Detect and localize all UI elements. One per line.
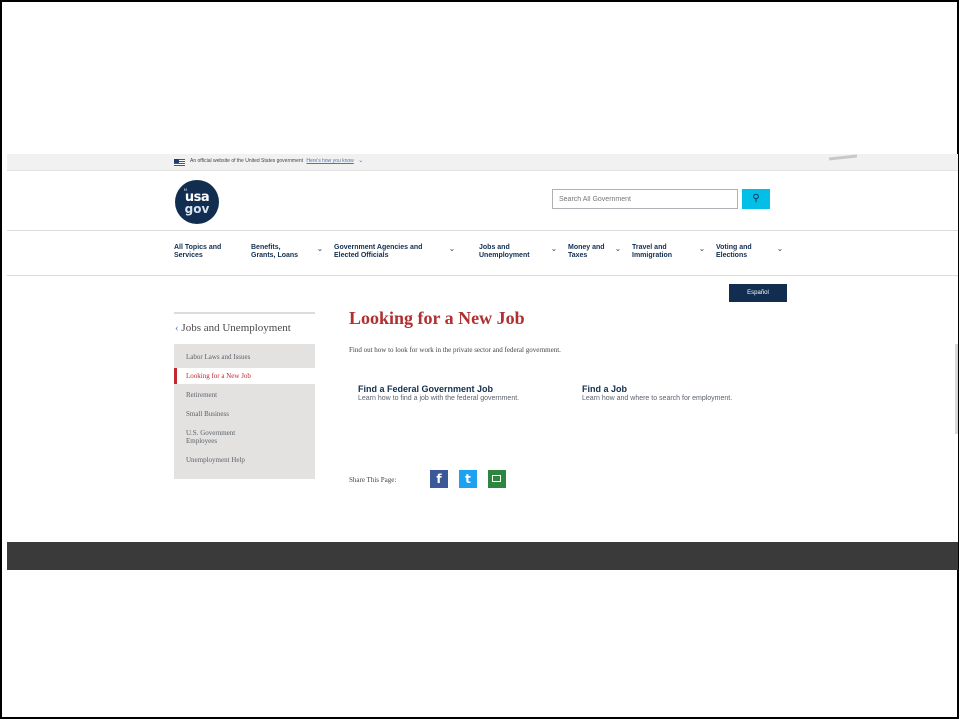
facebook-icon[interactable]: f — [430, 470, 448, 488]
banner-statement: An official website of the United States… — [190, 158, 304, 164]
espanol-button[interactable]: Español — [729, 284, 787, 302]
search-input[interactable] — [552, 189, 738, 209]
nav-government-agencies[interactable]: Government Agencies and Elected Official… — [334, 244, 455, 260]
nav-label: Travel and — [632, 244, 667, 251]
chevron-down-icon: ⌄ — [551, 246, 557, 253]
nav-label: Government Agencies and — [334, 244, 423, 251]
nav-label: Elections — [716, 252, 748, 259]
page-title: Looking for a New Job — [349, 308, 525, 328]
card-find-job: Find a Job Learn how and where to search… — [582, 384, 782, 403]
nav-label: Taxes — [568, 252, 588, 259]
sidebar-item-new-job[interactable]: Looking for a New Job — [174, 368, 315, 384]
main-navigation: All Topics and Services Benefits, Grants… — [7, 230, 958, 276]
nav-label: Grants, Loans — [251, 252, 299, 259]
email-icon[interactable] — [488, 470, 506, 488]
nav-all-topics[interactable]: All Topics and Services — [174, 244, 221, 260]
sidebar-item-labor-laws[interactable]: Labor Laws and Issues — [174, 349, 315, 365]
federal-job-link[interactable]: Find a Federal Government Job — [358, 384, 558, 394]
sidebar-title-text: Jobs and Unemployment — [181, 322, 291, 334]
twitter-icon[interactable]: t — [459, 470, 477, 488]
nav-label: Jobs and — [479, 244, 510, 251]
nav-voting[interactable]: Voting and Elections ⌄ — [716, 244, 783, 260]
usagov-logo[interactable]: “ usa gov — [175, 180, 219, 224]
browser-edge-artifact — [828, 154, 858, 161]
card-federal-job: Find a Federal Government Job Learn how … — [358, 384, 558, 403]
nav-travel[interactable]: Travel and Immigration ⌄ — [632, 244, 705, 260]
heres-how-you-know-link[interactable]: Here's how you know — [306, 158, 353, 164]
banner-text: An official website of the United States… — [190, 157, 363, 164]
nav-label: Unemployment — [479, 252, 530, 259]
logo-text-gov: gov — [184, 202, 210, 216]
nav-benefits[interactable]: Benefits, Grants, Loans ⌄ — [251, 244, 323, 260]
find-job-link[interactable]: Find a Job — [582, 384, 782, 394]
nav-label: Services — [174, 252, 203, 259]
browser-viewport: An official website of the United States… — [7, 154, 958, 570]
scrollbar[interactable] — [955, 344, 958, 434]
nav-label: Money and — [568, 244, 605, 251]
chevron-down-icon: ⌄ — [615, 246, 621, 253]
sidebar-item-retirement[interactable]: Retirement — [174, 387, 315, 403]
nav-jobs[interactable]: Jobs and Unemployment ⌄ — [479, 244, 557, 260]
nav-label: Benefits, — [251, 244, 281, 251]
sidebar-item-small-business[interactable]: Small Business — [174, 406, 315, 422]
card-list: Find a Federal Government Job Learn how … — [349, 384, 769, 434]
sidebar: ‹ Jobs and Unemployment Labor Laws and I… — [174, 312, 315, 479]
nav-label: Voting and — [716, 244, 752, 251]
search-button[interactable]: ⚲ — [742, 189, 770, 209]
footer — [7, 542, 958, 570]
chevron-down-icon: ⌄ — [777, 246, 783, 253]
chevron-down-icon[interactable]: ⌄ — [358, 158, 363, 164]
screenshot-frame: An official website of the United States… — [0, 0, 959, 719]
search-icon: ⚲ — [752, 193, 760, 204]
sidebar-item-gov-employees[interactable]: U.S. Government Employees — [174, 425, 273, 449]
sidebar-title[interactable]: ‹ Jobs and Unemployment — [174, 312, 315, 344]
card-description: Learn how and where to search for employ… — [582, 395, 733, 402]
sidebar-list: Labor Laws and Issues Looking for a New … — [174, 344, 315, 479]
nav-label: Elected Officials — [334, 252, 389, 259]
share-label: Share This Page: — [349, 476, 397, 484]
official-gov-banner: An official website of the United States… — [7, 154, 958, 171]
sidebar-item-unemployment-help[interactable]: Unemployment Help — [174, 452, 315, 468]
chevron-down-icon: ⌄ — [317, 246, 323, 253]
chevron-down-icon: ⌄ — [449, 246, 455, 253]
nav-label: All Topics and — [174, 244, 222, 251]
card-description: Learn how to find a job with the federal… — [358, 395, 520, 402]
back-arrow-icon: ‹ — [175, 322, 179, 334]
main-content: Looking for a New Job Find out how to lo… — [349, 308, 769, 434]
nav-label: Immigration — [632, 252, 673, 259]
us-flag-icon — [174, 159, 185, 166]
intro-text: Find out how to look for work in the pri… — [349, 346, 561, 354]
chevron-down-icon: ⌄ — [699, 246, 705, 253]
envelope-shape — [492, 475, 501, 482]
nav-money[interactable]: Money and Taxes ⌄ — [568, 244, 621, 260]
